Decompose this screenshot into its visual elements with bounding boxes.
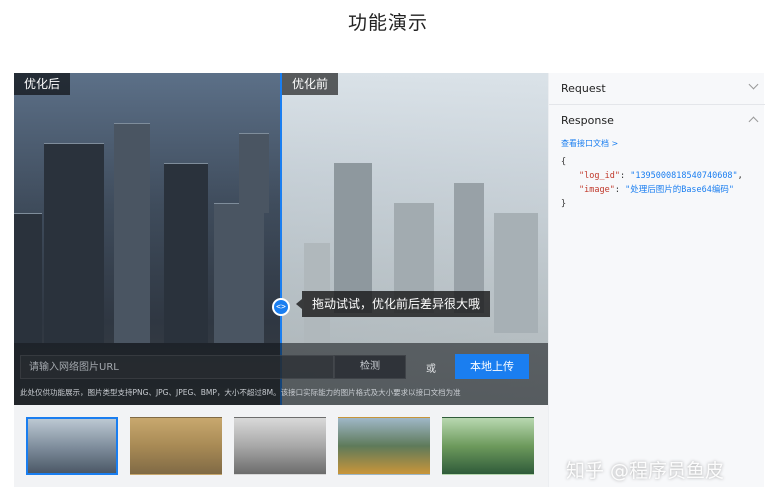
request-title: Request xyxy=(561,82,606,95)
chevron-up-icon[interactable] xyxy=(748,116,759,127)
api-panel: Request Response 查看接口文档 > { "log_id": "1… xyxy=(548,73,765,487)
json-open-brace: { xyxy=(561,157,567,167)
upload-bar: 检测 或 本地上传 此处仅供功能展示，图片类型支持PNG、JPG、JPEG、BM… xyxy=(14,343,548,405)
format-notice: 此处仅供功能展示，图片类型支持PNG、JPG、JPEG、BMP，大小不超过8M。… xyxy=(20,388,461,397)
sample-thumbnails xyxy=(14,405,548,487)
thumbnail-sandy-city[interactable] xyxy=(130,417,222,475)
response-title: Response xyxy=(561,114,614,127)
optimized-label: 优化后 xyxy=(14,73,71,95)
drag-handle-icon[interactable]: <> xyxy=(272,298,290,316)
api-doc-link[interactable]: 查看接口文档 > xyxy=(561,138,618,149)
json-key-log-id: "log_id" xyxy=(579,171,620,181)
local-upload-button[interactable]: 本地上传 xyxy=(455,354,529,379)
thumbnail-autumn-forest[interactable] xyxy=(338,417,430,475)
chevron-down-icon[interactable] xyxy=(748,79,759,90)
watermark: 知乎 @程序员鱼皮 xyxy=(566,460,725,482)
request-section-header[interactable]: Request xyxy=(549,73,765,105)
thumbnail-garden-mist[interactable] xyxy=(442,417,534,475)
json-image-line: "image": "处理后图片的Base64编码" xyxy=(579,185,735,195)
image-url-input[interactable] xyxy=(20,355,334,379)
original-label: 优化前 xyxy=(282,73,339,95)
json-value-image: "处理后图片的Base64编码" xyxy=(625,185,735,195)
json-key-image: "image" xyxy=(579,185,615,195)
image-compare-viewer[interactable]: <> 优化后 优化前 拖动试试，优化前后差异很大哦 检测 或 本地上传 此处仅供… xyxy=(14,73,548,405)
detect-button[interactable]: 检测 xyxy=(334,355,406,379)
thumbnail-foggy-trees[interactable] xyxy=(234,417,326,475)
drag-tooltip: 拖动试试，优化前后差异很大哦 xyxy=(295,291,491,317)
json-log-id-line: "log_id": "1395000818540740608", xyxy=(579,171,743,181)
or-text: 或 xyxy=(426,364,436,375)
thumbnail-city-haze[interactable] xyxy=(26,417,118,475)
response-section-header[interactable]: Response xyxy=(549,105,765,137)
response-json: { "log_id": "1395000818540740608", "imag… xyxy=(561,155,743,211)
json-close-brace: } xyxy=(561,199,567,209)
json-value-log-id: "1395000818540740608" xyxy=(630,171,738,181)
page-title: 功能演示 xyxy=(347,12,428,34)
